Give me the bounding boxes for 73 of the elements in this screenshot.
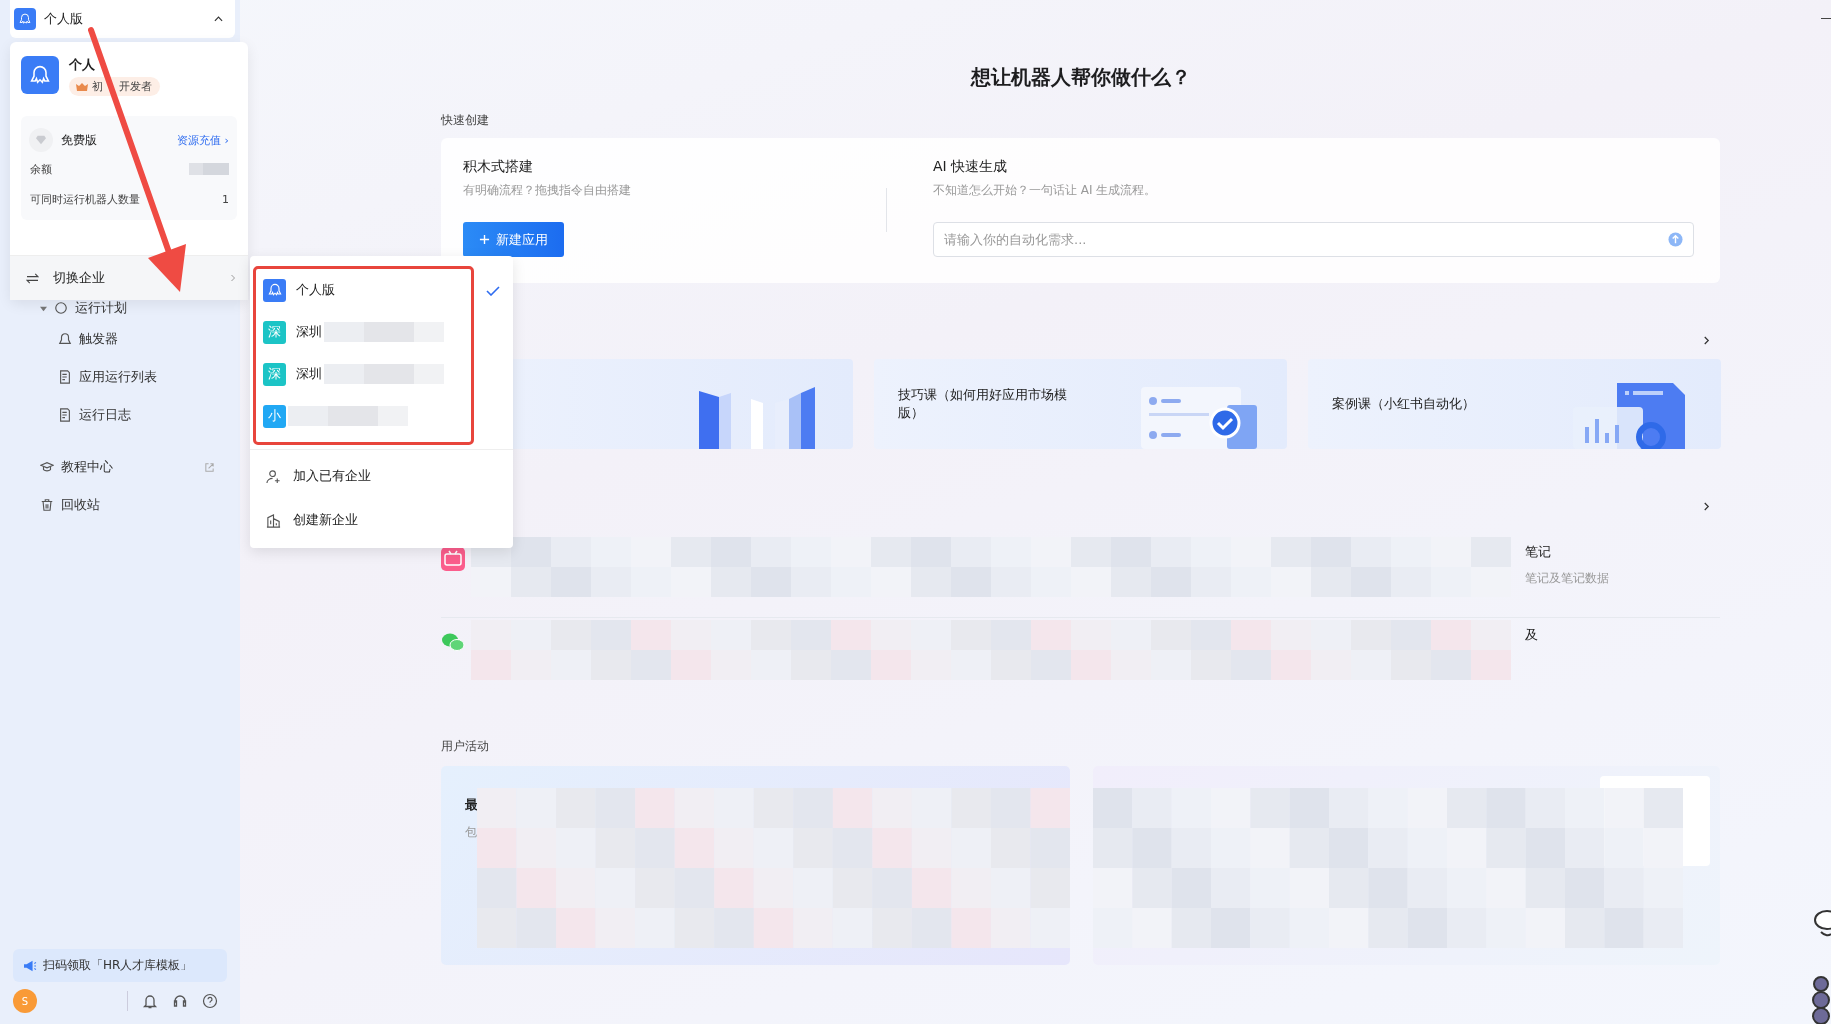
organization-item[interactable]: 个人版	[256, 269, 471, 311]
help-icon[interactable]	[202, 993, 218, 1009]
robot-logo-icon	[21, 56, 59, 94]
badge-text: 开发者	[119, 79, 152, 94]
plan-name: 免费版	[61, 131, 98, 149]
badge-text: 初	[92, 79, 103, 94]
nav-item[interactable]: 应用运行列表	[0, 358, 240, 396]
card-title: 积木式搭建	[463, 158, 534, 176]
stat-value: 1	[222, 192, 229, 206]
section-heading: 用户活动	[441, 738, 490, 755]
recharge-link[interactable]: 资源充值 ›	[177, 132, 229, 148]
page-title: 想让机器人帮你做什么？	[969, 64, 1192, 91]
crown-icon	[75, 81, 89, 92]
course-title: 技巧课（如何用好应用市场模版）	[898, 385, 1068, 422]
nav-icon	[40, 460, 54, 474]
activity-card[interactable]: 最 包	[441, 766, 1070, 965]
caret-icon[interactable]	[40, 304, 47, 312]
prompt-input-field[interactable]: 请输入你的自动化需求...	[933, 222, 1694, 257]
course-card[interactable]: 技巧课（如何用好应用市场模版）	[874, 359, 1287, 449]
promo-text: 扫码领取「HR人才库模板」	[43, 957, 193, 974]
workspace-selector[interactable]: 个人版	[10, 0, 235, 38]
card-subtitle: 有明确流程？拖拽指令自由搭建	[463, 182, 632, 199]
nav-item[interactable]: 回收站	[0, 486, 240, 524]
menu-item[interactable]: 加入已有企业	[250, 454, 513, 498]
nav-icon	[58, 332, 72, 346]
activity-title: 最	[465, 796, 479, 814]
card-title: AI 快速生成	[933, 158, 1009, 176]
promo-banner[interactable]: 扫码领取「HR人才库模板」	[13, 949, 227, 982]
nav-icon	[40, 498, 54, 512]
redaction-mosaic	[189, 163, 229, 175]
stat-label: 可同时运行机器人数量	[30, 191, 140, 207]
account-name: 个人	[69, 56, 96, 74]
nav-icon	[58, 408, 72, 422]
bell-icon[interactable]	[142, 993, 158, 1009]
organization-item[interactable]: 深 深圳	[256, 353, 471, 395]
external-link-icon	[204, 461, 215, 473]
nav-item[interactable]: 教程中心	[0, 448, 240, 486]
nav-icon	[58, 370, 72, 384]
template-row[interactable]: 及	[441, 618, 1720, 700]
organization-name: 个人版	[296, 281, 335, 299]
card-subtitle: 不知道怎么开始？一句话让 AI 生成流程。	[933, 182, 1158, 199]
nav-icon	[54, 301, 68, 315]
organization-name: 深圳	[296, 323, 322, 341]
chevron-right-icon[interactable]	[1703, 335, 1710, 346]
organization-item[interactable]: 深 深圳	[256, 311, 471, 353]
organization-name: 深圳	[296, 365, 322, 383]
swap-icon	[26, 272, 39, 284]
template-title: 笔记	[1525, 543, 1552, 561]
template-subtitle: 笔记及笔记数据	[1525, 570, 1609, 587]
building-icon	[266, 512, 281, 528]
switch-enterprise-item[interactable]: 切换企业	[10, 255, 248, 300]
organization-avatar: 小	[263, 404, 286, 428]
nav-item[interactable]: 触发器	[0, 320, 240, 358]
megaphone-icon	[23, 959, 37, 972]
add-user-icon	[266, 468, 281, 484]
section-heading: 快速创建	[441, 112, 490, 129]
chevron-right-icon[interactable]	[1703, 501, 1710, 512]
activity-subtitle: 包	[465, 824, 478, 841]
course-card[interactable]: 案例课（小红书自动化）	[1308, 359, 1721, 449]
course-title: 案例课（小红书自动化）	[1332, 394, 1476, 413]
template-title: 及	[1525, 626, 1538, 644]
template-row[interactable]: 笔记 笔记及笔记数据	[441, 535, 1720, 618]
caret-icon	[214, 16, 223, 22]
organization-avatar: 深	[263, 362, 286, 386]
chevron-right-icon	[230, 273, 236, 283]
headset-icon[interactable]	[172, 993, 188, 1009]
plus-icon	[479, 234, 490, 245]
new-app-button[interactable]: 新建应用	[463, 222, 564, 257]
organization-avatar: 深	[263, 320, 286, 344]
stat-label: 余额	[30, 161, 52, 177]
nav-item[interactable]: 运行日志	[0, 396, 240, 434]
robot-logo-icon	[14, 8, 36, 30]
workspace-name: 个人版	[44, 10, 84, 28]
